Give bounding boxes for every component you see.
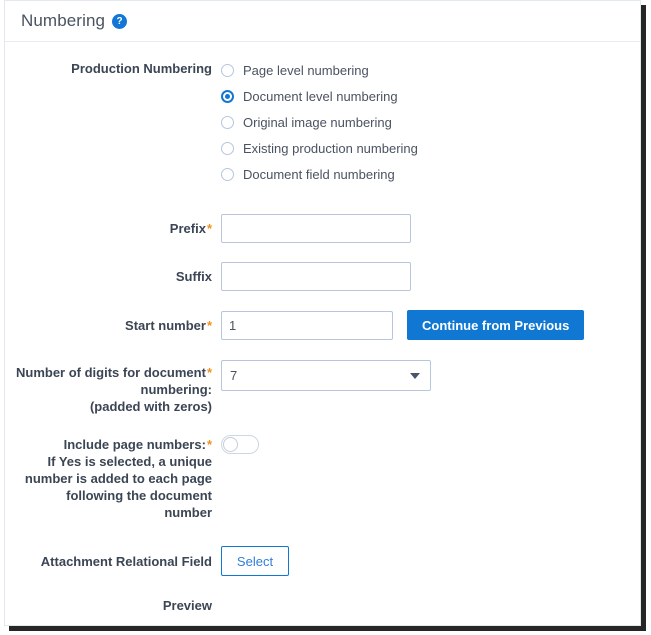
include-page-numbers-label: Include page numbers:* If Yes is selecte… [5, 435, 221, 521]
prefix-label: Prefix* [5, 214, 221, 237]
number-of-digits-select[interactable]: 7 [221, 360, 431, 391]
include-page-numbers-label-line-1: Include page numbers:* [63, 437, 212, 452]
include-page-numbers-toggle[interactable] [221, 435, 259, 454]
include-page-numbers-help-line-4: number [164, 505, 212, 520]
field-row-production-numbering: Production Numbering Page level numberin… [5, 56, 640, 187]
field-row-start-number: Start number* Continue from Previous [5, 310, 640, 340]
prefix-label-text: Prefix [169, 221, 206, 236]
required-asterisk: * [206, 365, 212, 380]
help-circle-icon[interactable]: ? [112, 14, 128, 29]
digits-label-line-2: numbering: [140, 382, 213, 397]
radio-page-level-numbering[interactable]: Page level numbering [221, 57, 640, 83]
suffix-input[interactable] [221, 262, 411, 291]
radio-document-level-numbering[interactable]: Document level numbering [221, 83, 640, 109]
production-numbering-label: Production Numbering [71, 61, 212, 76]
include-page-numbers-help-line-2: number is added to each page [24, 471, 212, 486]
numbering-form: Production Numbering Page level numberin… [5, 42, 640, 614]
radio-label: Document level numbering [243, 88, 398, 104]
radio-mark-icon [221, 167, 234, 181]
toggle-knob [223, 437, 238, 452]
radio-label: Original image numbering [243, 114, 392, 130]
prefix-input[interactable] [221, 214, 411, 243]
radio-original-image-numbering[interactable]: Original image numbering [221, 109, 640, 135]
start-number-label-text: Start number [125, 318, 206, 333]
radio-label: Page level numbering [243, 62, 369, 78]
production-numbering-radio-group[interactable]: Page level numbering Document level numb… [221, 56, 640, 187]
required-asterisk: * [206, 437, 212, 452]
field-row-suffix: Suffix [5, 262, 640, 291]
radio-document-field-numbering[interactable]: Document field numbering [221, 161, 640, 187]
number-of-digits-select-value[interactable]: 7 [221, 360, 431, 391]
digits-label-line-3: (padded with zeros) [89, 399, 212, 414]
radio-mark-selected-icon [221, 89, 234, 103]
field-row-preview: Preview [5, 597, 640, 614]
suffix-label: Suffix [5, 262, 221, 285]
radio-existing-production-numbering[interactable]: Existing production numbering [221, 135, 640, 161]
include-page-numbers-help-line-3: following the document [66, 488, 212, 503]
field-row-number-of-digits: Number of digits for document* numbering… [5, 360, 640, 415]
radio-label: Document field numbering [243, 166, 395, 182]
select-attachment-relational-field-button[interactable]: Select [221, 546, 289, 576]
field-row-prefix: Prefix* [5, 214, 640, 243]
radio-mark-icon [221, 63, 234, 77]
required-asterisk: * [206, 318, 212, 333]
radio-mark-icon [221, 115, 234, 129]
start-number-label: Start number* [5, 310, 221, 334]
field-row-attachment-relational-field: Attachment Relational Field Select [5, 546, 640, 576]
required-asterisk: * [206, 221, 212, 236]
attachment-relational-field-label: Attachment Relational Field [40, 554, 212, 569]
include-page-numbers-help-line-1: If Yes is selected, a unique [47, 454, 213, 469]
preview-label: Preview [162, 598, 212, 613]
start-number-input[interactable] [221, 310, 393, 340]
suffix-label-text: Suffix [175, 269, 212, 284]
panel-header: Numbering ? [5, 1, 640, 42]
field-row-include-page-numbers: Include page numbers:* If Yes is selecte… [5, 435, 640, 521]
radio-mark-icon [221, 141, 234, 155]
continue-from-previous-button[interactable]: Continue from Previous [407, 310, 585, 340]
radio-label: Existing production numbering [243, 140, 418, 156]
page-title: Numbering [21, 11, 106, 30]
number-of-digits-label: Number of digits for document* numbering… [5, 360, 221, 415]
digits-label-line-1: Number of digits for document* [15, 365, 212, 380]
numbering-panel: Numbering ? Production Numbering Page le… [4, 0, 641, 626]
